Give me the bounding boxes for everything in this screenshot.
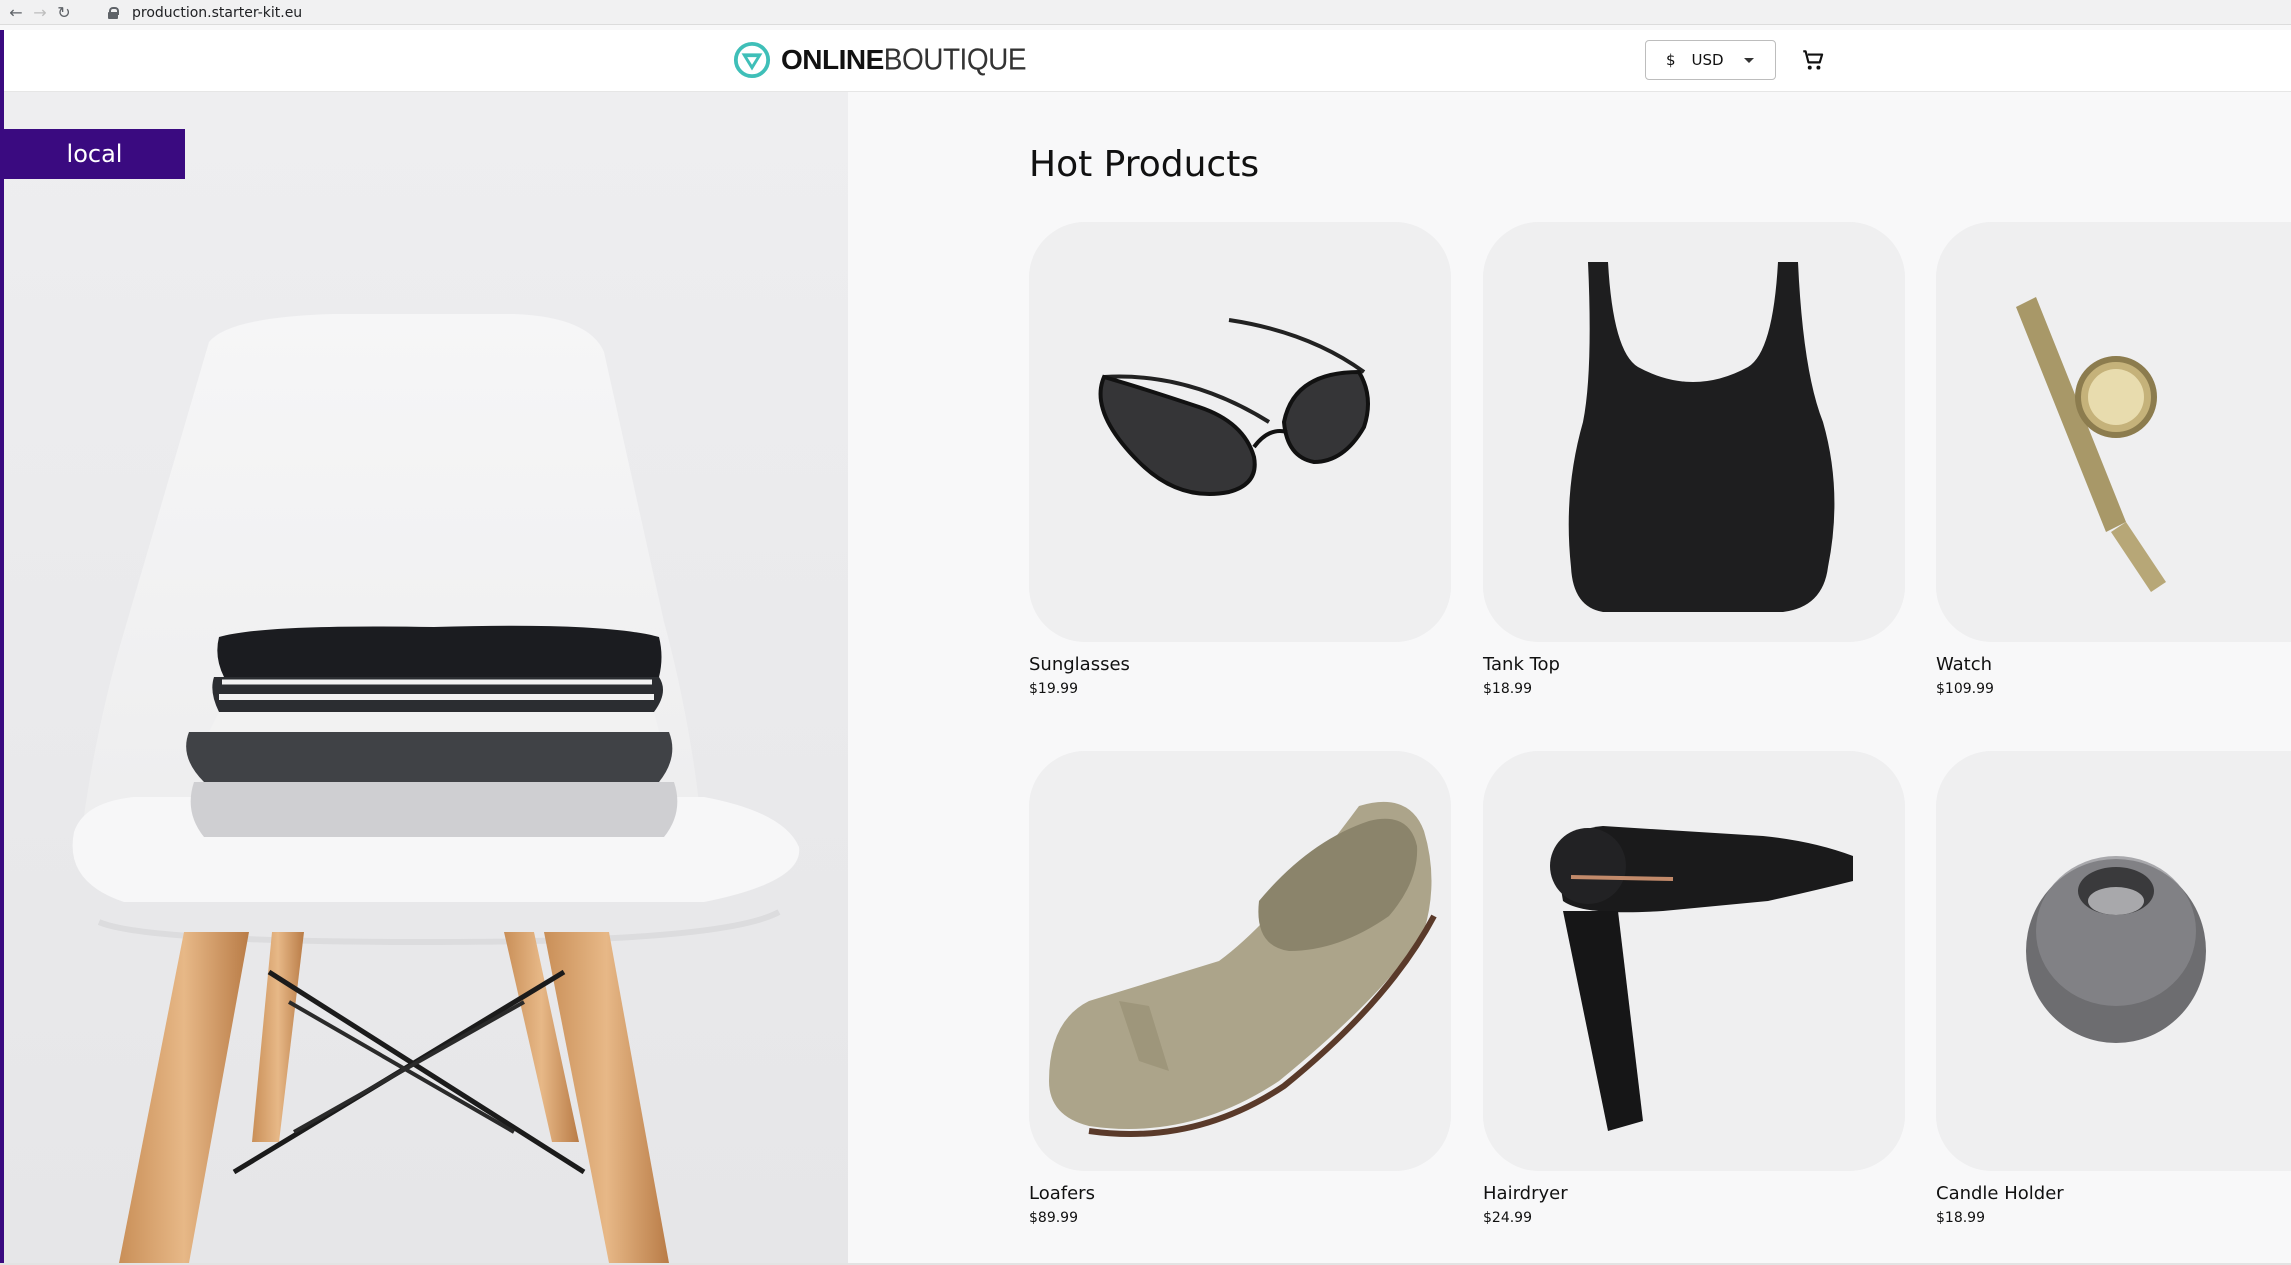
product-image-candle-holder[interactable] xyxy=(1936,751,2291,1171)
back-arrow-icon[interactable]: ← xyxy=(4,0,28,24)
product-image-loafers[interactable] xyxy=(1029,751,1451,1171)
section-title: Hot Products xyxy=(1029,144,1260,185)
product-name[interactable]: Candle Holder xyxy=(1936,1183,2291,1204)
product-price: $24.99 xyxy=(1483,1210,1532,1226)
forward-arrow-icon[interactable]: → xyxy=(28,0,52,24)
product-name[interactable]: Sunglasses xyxy=(1029,654,1451,675)
product-price: $18.99 xyxy=(1483,681,1532,697)
url-text: production.starter-kit.eu xyxy=(132,4,303,21)
site-logo[interactable]: ONLINEBOUTIQUE xyxy=(733,40,1027,80)
currency-selector[interactable]: $ USD xyxy=(1645,40,1776,80)
logo-wordmark: ONLINEBOUTIQUE xyxy=(781,40,1027,80)
product-price: $89.99 xyxy=(1029,1210,1078,1226)
product-card[interactable]: Tank Top $18.99 xyxy=(1483,222,1905,697)
chevron-down-icon xyxy=(1743,57,1754,63)
address-bar[interactable]: production.starter-kit.eu xyxy=(108,2,302,23)
lock-icon xyxy=(108,6,119,19)
product-name[interactable]: Watch xyxy=(1936,654,2291,675)
browser-toolbar: ← → ↻ production.starter-kit.eu xyxy=(0,0,2291,25)
logo-bold-text: ONLINE xyxy=(781,44,884,75)
hot-products-section: Hot Products Sunglasses $19.99 Tank Top … xyxy=(848,92,2291,1263)
cart-icon[interactable] xyxy=(1800,47,1826,73)
product-card[interactable]: Candle Holder $18.99 xyxy=(1936,751,2291,1226)
product-price: $109.99 xyxy=(1936,681,1994,697)
logo-triangle-icon xyxy=(733,41,771,79)
product-card[interactable]: Sunglasses $19.99 xyxy=(1029,222,1451,697)
logo-light-text: BOUTIQUE xyxy=(883,42,1027,77)
product-card[interactable]: Watch $109.99 xyxy=(1936,222,2291,697)
product-price: $19.99 xyxy=(1029,681,1078,697)
product-name[interactable]: Loafers xyxy=(1029,1183,1451,1204)
site-header: ONLINEBOUTIQUE $ USD xyxy=(4,30,2291,92)
product-image-tank-top[interactable] xyxy=(1483,222,1905,642)
product-price: $18.99 xyxy=(1936,1210,1985,1226)
environment-badge: local xyxy=(4,129,185,179)
product-card[interactable]: Loafers $89.99 xyxy=(1029,751,1451,1226)
product-card[interactable]: Hairdryer $24.99 xyxy=(1483,751,1905,1226)
hero-banner: local xyxy=(4,92,848,1263)
currency-code: USD xyxy=(1691,51,1724,69)
product-image-watch[interactable] xyxy=(1936,222,2291,642)
reload-icon[interactable]: ↻ xyxy=(52,0,76,24)
product-image-hairdryer[interactable] xyxy=(1483,751,1905,1171)
product-name[interactable]: Tank Top xyxy=(1483,654,1905,675)
hero-chair-image xyxy=(72,314,800,1263)
product-image-sunglasses[interactable] xyxy=(1029,222,1451,642)
currency-symbol: $ xyxy=(1666,51,1676,69)
product-name[interactable]: Hairdryer xyxy=(1483,1183,1905,1204)
